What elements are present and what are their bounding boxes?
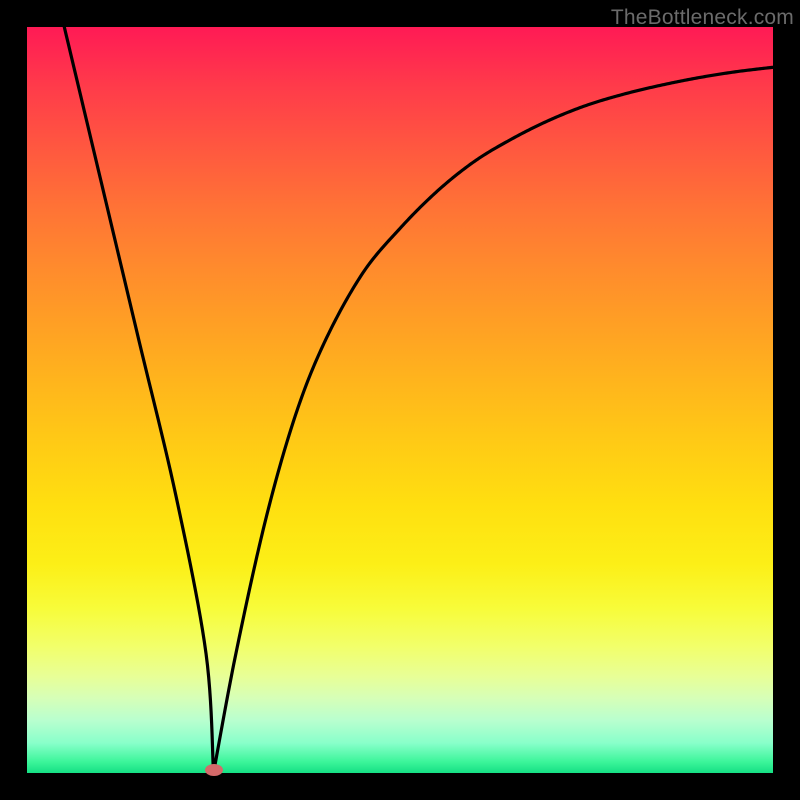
chart-background	[27, 27, 773, 773]
watermark-text: TheBottleneck.com	[611, 6, 794, 30]
